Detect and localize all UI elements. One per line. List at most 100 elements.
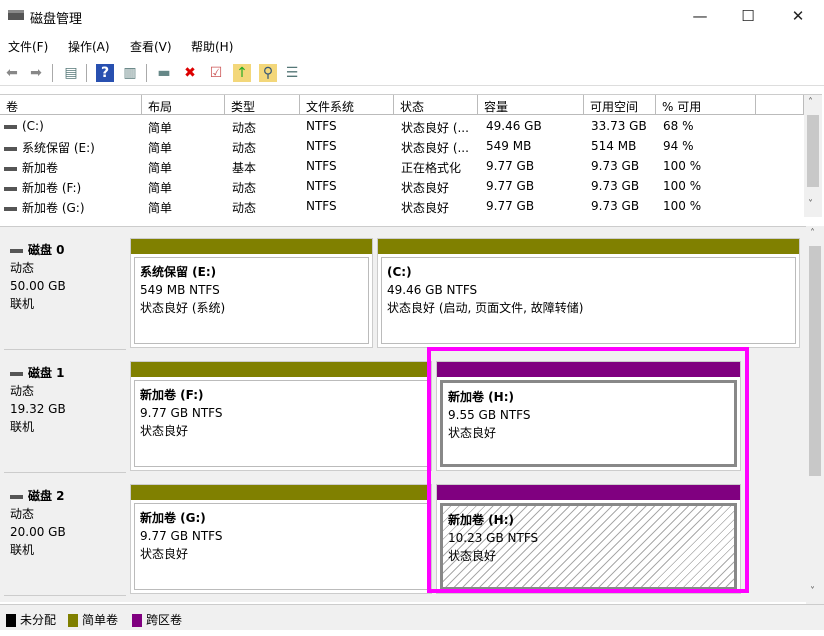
help-icon[interactable]: ? — [96, 64, 114, 82]
cell-5: 549 MB — [486, 139, 531, 153]
menu-view[interactable]: 查看(V) — [130, 38, 172, 55]
cell-3: NTFS — [306, 159, 337, 173]
close-button[interactable]: ✕ — [778, 4, 818, 28]
cell-3: NTFS — [306, 199, 337, 213]
col-free-space[interactable]: 可用空间 — [584, 95, 656, 115]
partition-size: 9.77 GB NTFS — [140, 527, 422, 545]
col-status[interactable]: 状态 — [394, 95, 478, 115]
legend-simple-volume: 简单卷 — [68, 611, 118, 628]
disk-name: 磁盘 1 — [28, 366, 65, 380]
cell-0: 新加卷 (F:) — [22, 181, 81, 195]
col-percent-free[interactable]: % 可用 — [656, 95, 756, 115]
spanned-volume-highlight — [427, 347, 749, 593]
cell-6: 9.73 GB — [591, 179, 639, 193]
disk-size: 20.00 GB — [10, 523, 120, 541]
disk-status: 联机 — [10, 295, 120, 313]
cell-4: 状态良好 — [401, 201, 449, 215]
partition-status: 状态良好 (系统) — [140, 299, 363, 317]
simple-volume-bar — [378, 239, 799, 254]
back-icon[interactable]: ⬅ — [3, 64, 21, 82]
show-hide-tree-icon[interactable]: ▤ — [62, 64, 80, 82]
cell-4: 状态良好 (... — [401, 121, 469, 135]
menu-file[interactable]: 文件(F) — [8, 38, 48, 55]
partition-name: 新加卷 (F:) — [140, 386, 422, 404]
cell-4: 正在格式化 — [401, 161, 461, 175]
cell-2: 基本 — [232, 161, 256, 175]
legend-unallocated: 未分配 — [6, 611, 56, 628]
window-title: 磁盘管理 — [30, 8, 82, 27]
disk-label-2[interactable]: 磁盘 2 动态 20.00 GB 联机 — [4, 479, 126, 596]
cell-3: NTFS — [306, 119, 337, 133]
partition-name: 系统保留 (E:) — [140, 263, 363, 281]
disk-icon — [10, 249, 23, 253]
disk-icon — [10, 495, 23, 499]
cell-6: 9.73 GB — [591, 199, 639, 213]
col-volume[interactable]: 卷 — [0, 95, 142, 115]
disk-size: 50.00 GB — [10, 277, 120, 295]
drive-icon — [4, 207, 17, 211]
delete-icon[interactable]: ✖ — [181, 64, 199, 82]
disk-label-1[interactable]: 磁盘 1 动态 19.32 GB 联机 — [4, 356, 126, 473]
partition-0-1[interactable]: (C:) 49.46 GB NTFS 状态良好 (启动, 页面文件, 故障转储) — [377, 238, 800, 348]
drive-icon — [4, 167, 17, 171]
cell-6: 9.73 GB — [591, 159, 639, 173]
disk-size: 19.32 GB — [10, 400, 120, 418]
disk-status: 联机 — [10, 418, 120, 436]
minimize-button[interactable]: — — [680, 4, 720, 28]
search-folder-icon[interactable]: ⚲ — [259, 64, 277, 82]
list-icon[interactable]: ☰ — [283, 64, 301, 82]
toolbar: ⬅ ➡ ▤ ? ▥ ▬ ✖ ☑ ↑ ⚲ ☰ — [0, 60, 824, 86]
col-layout[interactable]: 布局 — [142, 95, 225, 115]
cell-1: 简单 — [148, 181, 172, 195]
col-type[interactable]: 类型 — [225, 95, 300, 115]
cell-1: 简单 — [148, 121, 172, 135]
partition-size: 49.46 GB NTFS — [387, 281, 790, 299]
partition-2-0[interactable]: 新加卷 (G:) 9.77 GB NTFS 状态良好 — [130, 484, 432, 594]
cell-7: 100 % — [663, 159, 701, 173]
cell-3: NTFS — [306, 179, 337, 193]
menu-help[interactable]: 帮助(H) — [191, 38, 233, 55]
disk-name: 磁盘 2 — [28, 489, 65, 503]
properties-icon[interactable]: ☑ — [207, 64, 225, 82]
simple-volume-bar — [131, 362, 431, 377]
connect-drive-icon[interactable]: ▬ — [155, 64, 173, 82]
simple-volume-bar — [131, 239, 372, 254]
col-capacity[interactable]: 容量 — [478, 95, 584, 115]
maximize-button[interactable]: ☐ — [728, 4, 768, 28]
disk-view-scrollbar[interactable]: ˄ ˅ — [806, 226, 824, 604]
disk-management-icon — [8, 10, 24, 20]
cell-6: 33.73 GB — [591, 119, 647, 133]
cell-2: 动态 — [232, 121, 256, 135]
cell-7: 94 % — [663, 139, 694, 153]
cell-1: 简单 — [148, 201, 172, 215]
volume-list-scrollbar[interactable]: ˄ ˅ — [804, 95, 822, 217]
forward-icon[interactable]: ➡ — [27, 64, 45, 82]
partition-name: (C:) — [387, 263, 790, 281]
simple-volume-bar — [131, 485, 431, 500]
drive-icon — [4, 187, 17, 191]
show-action-pane-icon[interactable]: ▥ — [121, 64, 139, 82]
disk-icon — [10, 372, 23, 376]
cell-7: 68 % — [663, 119, 694, 133]
folder-up-icon[interactable]: ↑ — [233, 64, 251, 82]
cell-3: NTFS — [306, 139, 337, 153]
partition-status: 状态良好 — [140, 545, 422, 563]
disk-label-0[interactable]: 磁盘 0 动态 50.00 GB 联机 — [4, 233, 126, 350]
cell-1: 简单 — [148, 161, 172, 175]
cell-7: 100 % — [663, 199, 701, 213]
cell-2: 动态 — [232, 141, 256, 155]
cell-0: (C:) — [22, 119, 44, 133]
disk-type: 动态 — [10, 505, 120, 523]
col-filesystem[interactable]: 文件系统 — [300, 95, 394, 115]
cell-1: 简单 — [148, 141, 172, 155]
partition-status: 状态良好 (启动, 页面文件, 故障转储) — [387, 299, 790, 317]
cell-5: 9.77 GB — [486, 179, 534, 193]
partition-0-0[interactable]: 系统保留 (E:) 549 MB NTFS 状态良好 (系统) — [130, 238, 373, 348]
legend: 未分配 简单卷 跨区卷 — [0, 604, 824, 630]
cell-2: 动态 — [232, 181, 256, 195]
partition-size: 9.77 GB NTFS — [140, 404, 422, 422]
cell-2: 动态 — [232, 201, 256, 215]
menu-action[interactable]: 操作(A) — [68, 38, 110, 55]
partition-status: 状态良好 — [140, 422, 422, 440]
partition-1-0[interactable]: 新加卷 (F:) 9.77 GB NTFS 状态良好 — [130, 361, 432, 471]
